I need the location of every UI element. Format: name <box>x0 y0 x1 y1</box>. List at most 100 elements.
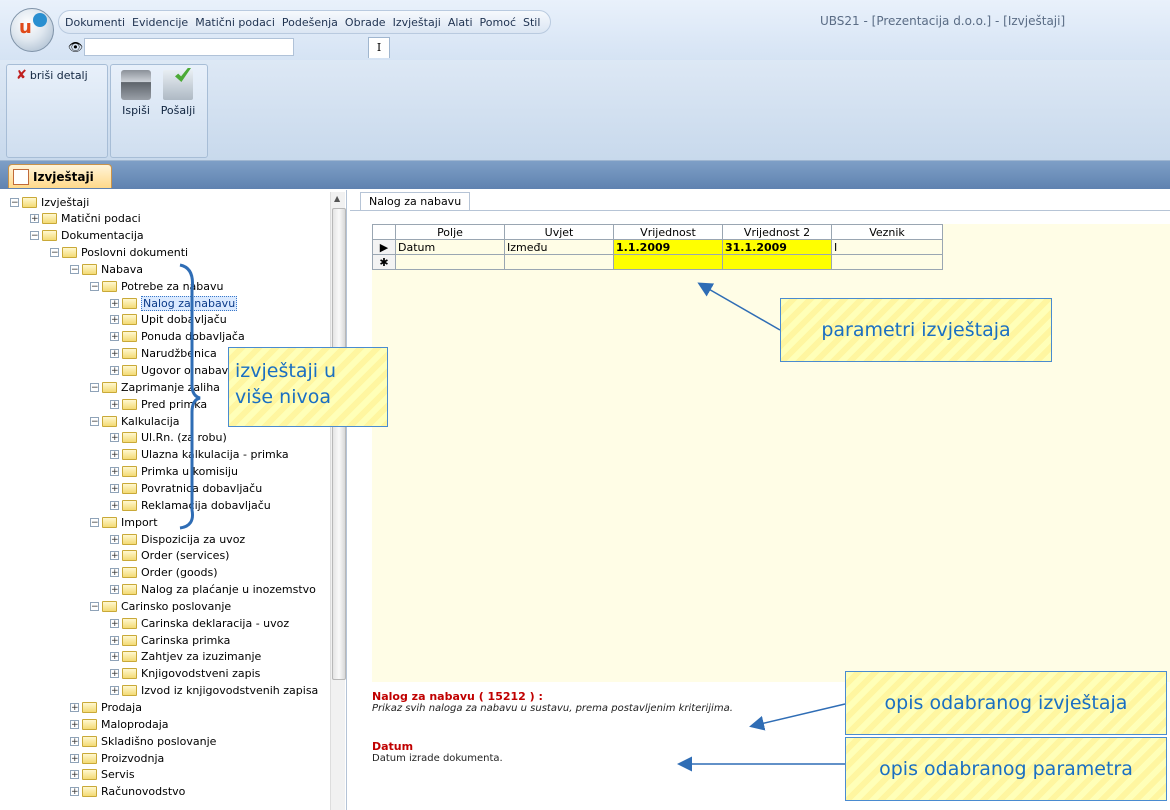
collapse-icon[interactable]: − <box>50 248 59 258</box>
tree-node[interactable]: + Izvod iz knjigovodstvenih zapisa <box>110 683 318 699</box>
grid-cell-field[interactable]: Datum <box>395 239 505 255</box>
column-header[interactable]: Uvjet <box>504 224 614 240</box>
new-row[interactable]: ✱ <box>372 254 943 270</box>
tree-node[interactable]: + Nalog za plaćanje u inozemstvo <box>110 582 316 598</box>
tree-node[interactable]: + Nalog za nabavu <box>110 295 238 311</box>
tree-node[interactable]: + Skladišno poslovanje <box>70 733 216 749</box>
tab-izvjestaji[interactable]: Izvještaji <box>8 164 112 188</box>
expand-icon[interactable]: + <box>110 450 119 460</box>
expand-icon[interactable]: + <box>70 703 79 713</box>
tree-node[interactable]: + Reklamacija dobavljaču <box>110 497 271 513</box>
tree-node[interactable]: + Order (goods) <box>110 565 218 581</box>
expand-icon[interactable]: + <box>110 298 119 308</box>
tree-scrollbar[interactable]: ▲ <box>330 192 346 810</box>
tree-node[interactable]: − Nabava <box>70 261 143 277</box>
tree-node[interactable]: + Carinska primka <box>110 632 230 648</box>
collapse-icon[interactable]: − <box>10 197 19 207</box>
tree-node[interactable]: − Kalkulacija <box>90 413 180 429</box>
tree-node[interactable]: + Proizvodnja <box>70 750 164 766</box>
grid-cell-field[interactable] <box>395 254 505 270</box>
expand-icon[interactable]: + <box>110 483 119 493</box>
expand-icon[interactable]: + <box>110 433 119 443</box>
binoculars-icon[interactable]: 👁 <box>68 40 83 54</box>
tree-node[interactable]: + Računovodstvo <box>70 784 185 800</box>
expand-icon[interactable]: + <box>110 500 119 510</box>
tree-node[interactable]: + Upit dobavljaču <box>110 312 227 328</box>
collapse-icon[interactable]: − <box>30 231 39 241</box>
grid-cell-connector[interactable]: I <box>831 239 943 255</box>
collapse-icon[interactable]: − <box>90 382 99 392</box>
tree-node[interactable]: + Maloprodaja <box>70 716 169 732</box>
expand-icon[interactable]: + <box>110 635 119 645</box>
collapse-icon[interactable]: − <box>90 601 99 611</box>
expand-icon[interactable]: + <box>70 770 79 780</box>
tab-nalog-za-nabavu[interactable]: Nalog za nabavu <box>360 192 471 211</box>
expand-icon[interactable]: + <box>110 332 119 342</box>
menu-item-maticni-podaci[interactable]: Matični podaci <box>195 16 275 29</box>
tree-node[interactable]: − Izvještaji <box>10 194 89 210</box>
expand-icon[interactable]: + <box>70 736 79 746</box>
expand-icon[interactable]: + <box>110 534 119 544</box>
tree-node[interactable]: − Potrebe za nabavu <box>90 278 224 294</box>
grid-cell-value2[interactable]: 31.1.2009 <box>722 239 832 255</box>
collapse-icon[interactable]: − <box>90 517 99 527</box>
table-row[interactable]: ▶ Datum Između 1.1.2009 31.1.2009 I <box>372 239 943 255</box>
menu-item-dokumenti[interactable]: Dokumenti <box>65 16 125 29</box>
expand-icon[interactable]: + <box>110 551 119 561</box>
menu-item-alati[interactable]: Alati <box>448 16 473 29</box>
tree-node[interactable]: − Poslovni dokumenti <box>50 245 188 261</box>
grid-cell-value[interactable] <box>613 254 723 270</box>
menu-item-evidencije[interactable]: Evidencije <box>132 16 188 29</box>
menu-item-obrade[interactable]: Obrade <box>345 16 386 29</box>
expand-icon[interactable]: + <box>110 366 119 376</box>
grid-cell-value[interactable]: 1.1.2009 <box>613 239 723 255</box>
expand-icon[interactable]: + <box>110 349 119 359</box>
tree-node[interactable]: + Matični podaci <box>30 211 141 227</box>
tree-node[interactable]: + Ponuda dobavljača <box>110 329 245 345</box>
expand-icon[interactable]: + <box>30 214 39 224</box>
expand-icon[interactable]: + <box>110 585 119 595</box>
expand-icon[interactable]: + <box>110 568 119 578</box>
print-button[interactable]: Ispiši <box>116 70 156 117</box>
column-header[interactable]: Vrijednost 2 <box>722 224 832 240</box>
app-logo-icon[interactable]: u <box>10 8 54 52</box>
tree-node[interactable]: + Narudžbenica <box>110 346 217 362</box>
menu-item-podesenja[interactable]: Podešenja <box>282 16 338 29</box>
expand-icon[interactable]: + <box>110 399 119 409</box>
delete-detail-button[interactable]: ✘ briši detalj <box>16 68 88 83</box>
expand-icon[interactable]: + <box>70 787 79 797</box>
tree-node[interactable]: − Zaprimanje zaliha <box>90 379 220 395</box>
menu-item-pomoc[interactable]: Pomoć <box>480 16 516 29</box>
tree-node[interactable]: + Dispozicija za uvoz <box>110 531 245 547</box>
expand-icon[interactable]: + <box>70 719 79 729</box>
expand-icon[interactable]: + <box>110 669 119 679</box>
grid-cell-condition[interactable] <box>504 254 614 270</box>
grid-cell-connector[interactable] <box>831 254 943 270</box>
expand-icon[interactable]: + <box>110 467 119 477</box>
expand-icon[interactable]: + <box>110 686 119 696</box>
tree-node[interactable]: + Ulazna kalkulacija - primka <box>110 447 289 463</box>
column-header[interactable]: Vrijednost <box>613 224 723 240</box>
collapse-icon[interactable]: − <box>90 416 99 426</box>
tree-node[interactable]: + Servis <box>70 767 135 783</box>
tree-node[interactable]: + Ugovor o nabavi <box>110 363 231 379</box>
quick-search-input[interactable] <box>84 38 294 56</box>
expand-icon[interactable]: + <box>110 618 119 628</box>
tree-node[interactable]: + Povratnica dobavljaču <box>110 480 262 496</box>
tree-node[interactable]: + Knjigovodstveni zapis <box>110 666 260 682</box>
menu-item-izvjestaji[interactable]: Izvještaji <box>393 16 441 29</box>
collapse-icon[interactable]: − <box>70 264 79 274</box>
tree-node[interactable]: + Prodaja <box>70 700 142 716</box>
tree-node[interactable]: + Order (services) <box>110 548 229 564</box>
tree-node[interactable]: − Carinsko poslovanje <box>90 598 231 614</box>
column-header[interactable]: Polje <box>395 224 505 240</box>
tree-node[interactable]: − Dokumentacija <box>30 228 144 244</box>
tree-node[interactable]: + Ul.Rn. (za robu) <box>110 430 227 446</box>
expand-icon[interactable]: + <box>70 753 79 763</box>
expand-icon[interactable]: + <box>110 315 119 325</box>
scroll-up-icon[interactable]: ▲ <box>334 194 340 203</box>
column-header[interactable]: Veznik <box>831 224 943 240</box>
document-tab[interactable]: I <box>368 37 390 58</box>
tree-node[interactable]: + Primka u komisiju <box>110 464 238 480</box>
tree-node[interactable]: + Carinska deklaracija - uvoz <box>110 615 289 631</box>
